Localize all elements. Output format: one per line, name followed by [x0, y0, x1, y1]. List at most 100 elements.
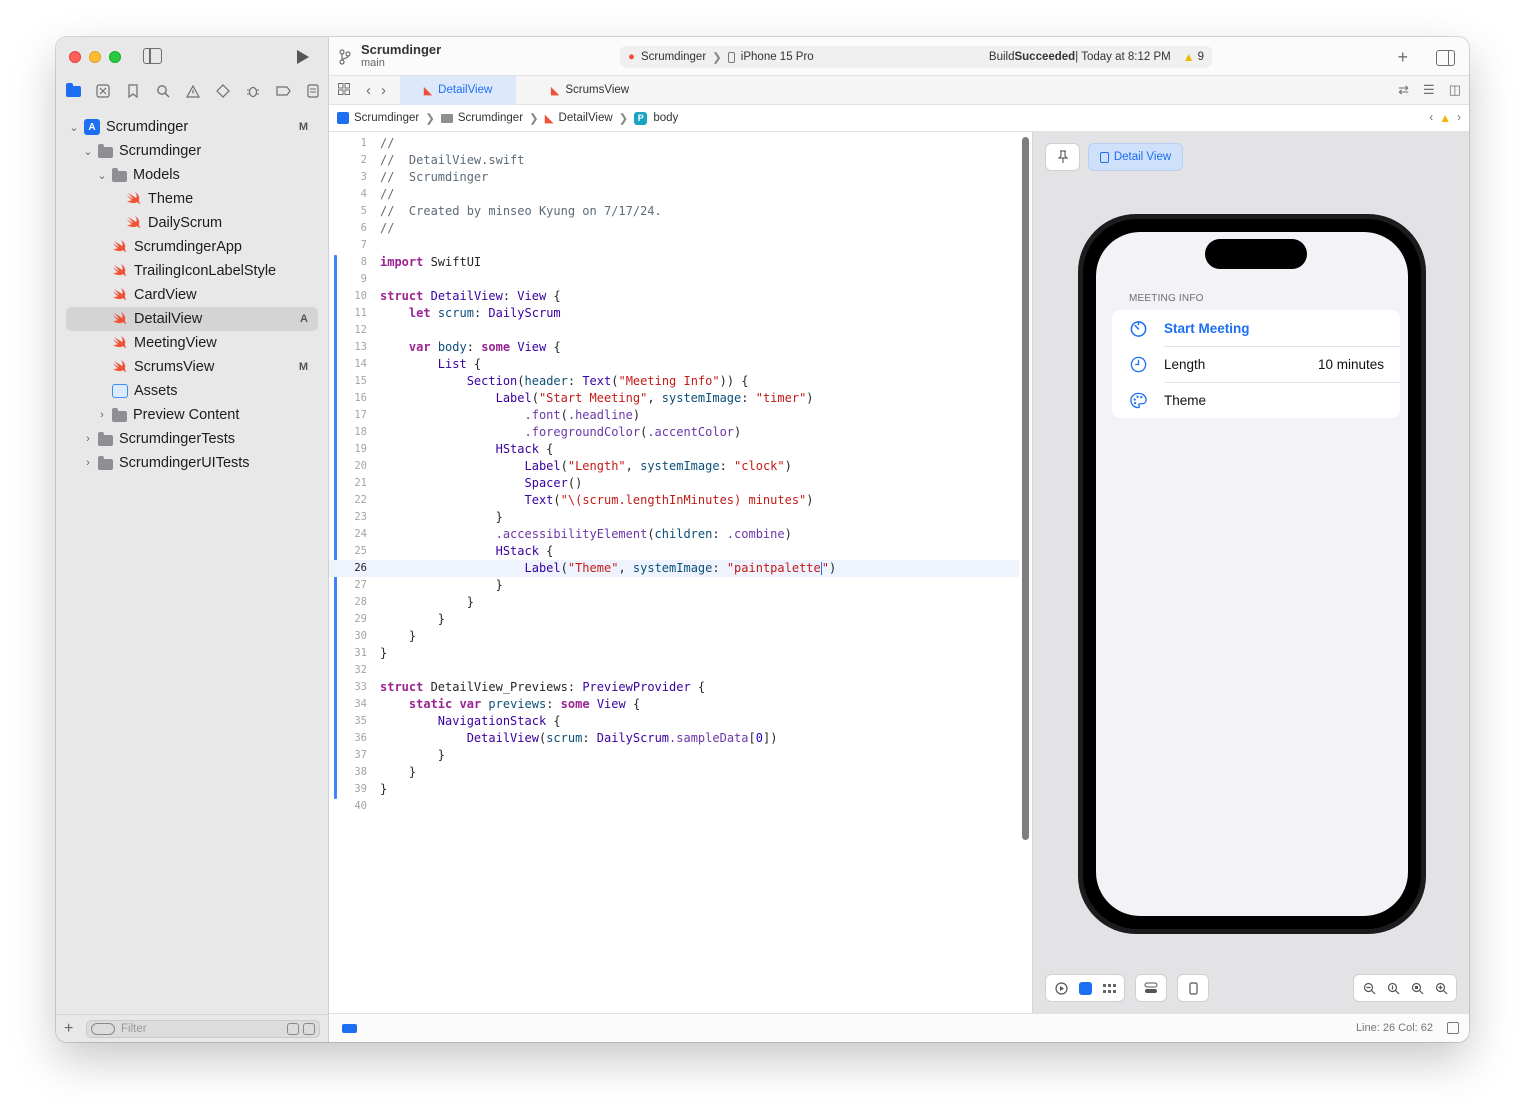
chevron-down-icon[interactable]: ⌄	[82, 145, 94, 158]
code-text[interactable]: Label("Start Meeting", systemImage: "tim…	[380, 390, 814, 407]
breadcrumb-project[interactable]: Scrumdinger ❯	[337, 111, 441, 125]
code-area[interactable]: 1 // 2 // DetailView.swift 3 // Scrumdinger 4 /…	[329, 135, 1019, 815]
line-number[interactable]: 8	[329, 254, 367, 271]
line-number[interactable]: 28	[329, 594, 367, 611]
code-line[interactable]: 9	[329, 271, 1019, 288]
code-text[interactable]: var body: some View {	[380, 339, 561, 356]
pin-preview-button[interactable]	[1045, 143, 1080, 171]
source-editor[interactable]: 1 // 2 // DetailView.swift 3 // Scrumdinger 4 /…	[329, 132, 1032, 1013]
tree-item-preview-content[interactable]: › Preview Content	[66, 403, 318, 427]
code-text[interactable]: .accessibilityElement(children: .combine…	[380, 526, 792, 543]
go-back-icon[interactable]: ‹	[366, 82, 371, 99]
code-line[interactable]: 17 .font(.headline)	[329, 407, 1019, 424]
code-line[interactable]: 6 //	[329, 220, 1019, 237]
debug-navigator-icon[interactable]	[244, 82, 262, 100]
line-number[interactable]: 17	[329, 407, 367, 424]
code-text[interactable]: let scrum: DailyScrum	[380, 305, 561, 322]
line-number[interactable]: 33	[329, 679, 367, 696]
code-line[interactable]: 27 }	[329, 577, 1019, 594]
code-line[interactable]: 29 }	[329, 611, 1019, 628]
chevron-right-icon[interactable]: ›	[96, 409, 108, 421]
filter-options-icon[interactable]	[91, 1022, 115, 1035]
add-file-button[interactable]: +	[64, 1020, 80, 1038]
code-line[interactable]: 38 }	[329, 764, 1019, 781]
line-number[interactable]: 20	[329, 458, 367, 475]
code-line[interactable]: 23 }	[329, 509, 1019, 526]
code-text[interactable]: import SwiftUI	[380, 254, 481, 271]
tree-item-uitests[interactable]: › ScrumdingerUITests	[66, 451, 318, 475]
code-line[interactable]: 2 // DetailView.swift	[329, 152, 1019, 169]
code-text[interactable]: Label("Length", systemImage: "clock")	[380, 458, 792, 475]
line-number[interactable]: 14	[329, 356, 367, 373]
code-line[interactable]: 19 HStack {	[329, 441, 1019, 458]
code-line[interactable]: 15 Section(header: Text("Meeting Info"))…	[329, 373, 1019, 390]
code-line[interactable]: 34 static var previews: some View {	[329, 696, 1019, 713]
line-number[interactable]: 6	[329, 220, 367, 237]
variants-grid-icon[interactable]	[1099, 978, 1119, 998]
code-line[interactable]: 12	[329, 322, 1019, 339]
line-number[interactable]: 13	[329, 339, 367, 356]
line-number[interactable]: 19	[329, 441, 367, 458]
code-line[interactable]: 8 import SwiftUI	[329, 254, 1019, 271]
line-number[interactable]: 39	[329, 781, 367, 798]
line-number[interactable]: 23	[329, 509, 367, 526]
line-number[interactable]: 37	[329, 747, 367, 764]
code-line[interactable]: 7	[329, 237, 1019, 254]
code-line[interactable]: 24 .accessibilityElement(children: .comb…	[329, 526, 1019, 543]
go-forward-icon[interactable]: ›	[381, 82, 386, 99]
code-line[interactable]: 22 Text("\(scrum.lengthInMinutes) minute…	[329, 492, 1019, 509]
previous-issue-icon[interactable]: ‹	[1429, 112, 1433, 124]
line-number[interactable]: 34	[329, 696, 367, 713]
tree-item-file[interactable]: TrailingIconLabelStyle	[66, 259, 318, 283]
branch-name[interactable]: main	[361, 57, 385, 69]
code-line[interactable]: 35 NavigationStack {	[329, 713, 1019, 730]
zoom-window-button[interactable]	[109, 51, 121, 63]
code-line[interactable]: 13 var body: some View {	[329, 339, 1019, 356]
device-settings-icon[interactable]	[1141, 978, 1161, 998]
next-issue-icon[interactable]: ›	[1457, 112, 1461, 124]
code-text[interactable]: //	[380, 220, 394, 237]
breadcrumb-symbol[interactable]: Pbody	[634, 111, 678, 125]
code-text[interactable]: //	[380, 135, 394, 152]
issue-navigator-icon[interactable]	[184, 82, 202, 100]
breadcrumb-file[interactable]: ◣ DetailView ❯	[545, 111, 635, 125]
zoom-actual-size-icon[interactable]	[1383, 978, 1403, 998]
related-items-grid-icon[interactable]	[338, 82, 352, 98]
device-picker-icon[interactable]	[1183, 978, 1203, 998]
tree-item-tests[interactable]: › ScrumdingerTests	[66, 427, 318, 451]
run-button[interactable]	[296, 49, 310, 68]
code-text[interactable]: }	[380, 577, 503, 594]
chevron-right-icon[interactable]: ›	[82, 457, 94, 469]
line-number[interactable]: 4	[329, 186, 367, 203]
close-window-button[interactable]	[69, 51, 81, 63]
code-text[interactable]: Label("Theme", systemImage: "paintpalett…	[380, 560, 836, 577]
breakpoint-navigator-icon[interactable]	[274, 82, 292, 100]
breadcrumb-group[interactable]: Scrumdinger ❯	[440, 111, 545, 125]
chevron-right-icon[interactable]: ›	[82, 433, 94, 445]
minimize-window-button[interactable]	[89, 51, 101, 63]
code-text[interactable]: Spacer()	[380, 475, 583, 492]
code-text[interactable]: }	[380, 611, 445, 628]
line-number[interactable]: 10	[329, 288, 367, 305]
test-navigator-icon[interactable]	[214, 82, 232, 100]
code-line[interactable]: 39}	[329, 781, 1019, 798]
code-line[interactable]: 5 // Created by minseo Kyung on 7/17/24.	[329, 203, 1019, 220]
line-number[interactable]: 9	[329, 271, 367, 288]
line-number[interactable]: 40	[329, 798, 367, 815]
navigator-filter-field[interactable]: Filter	[86, 1019, 320, 1038]
code-line[interactable]: 28 }	[329, 594, 1019, 611]
line-number[interactable]: 15	[329, 373, 367, 390]
chevron-down-icon[interactable]: ⌄	[96, 169, 108, 182]
code-line[interactable]: 32	[329, 662, 1019, 679]
selectable-mode-icon[interactable]	[1075, 978, 1095, 998]
live-preview-icon[interactable]	[1051, 978, 1071, 998]
line-number[interactable]: 26	[329, 560, 367, 577]
run-destination-selector[interactable]: iPhone 15 Pro	[741, 51, 814, 63]
line-number[interactable]: 18	[329, 424, 367, 441]
line-number[interactable]: 7	[329, 237, 367, 254]
editor-scrollbar[interactable]	[1022, 137, 1029, 840]
console-toggle-icon[interactable]	[1447, 1022, 1459, 1034]
line-number[interactable]: 22	[329, 492, 367, 509]
code-line[interactable]: 3 // Scrumdinger	[329, 169, 1019, 186]
code-text[interactable]: }	[380, 645, 387, 662]
